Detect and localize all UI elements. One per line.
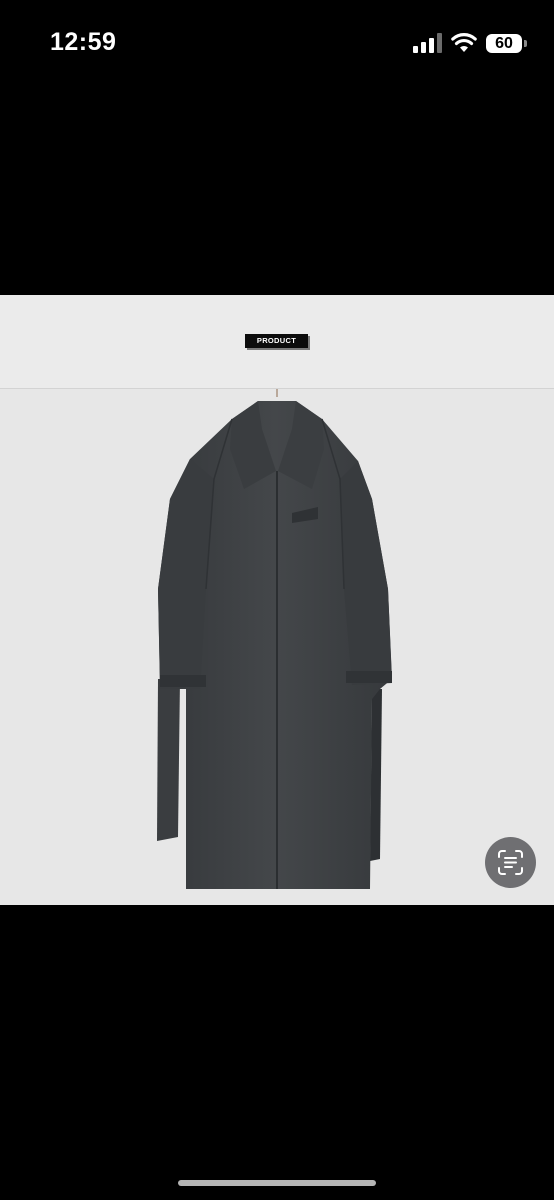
battery-indicator: 60	[486, 34, 522, 53]
product-banner: PRODUCT	[0, 295, 554, 389]
visual-lookup-icon	[498, 850, 523, 875]
product-image-area: PRODUCT	[0, 295, 554, 905]
cellular-signal-icon	[413, 33, 442, 53]
battery-cap	[524, 40, 527, 47]
status-time: 12:59	[50, 28, 117, 56]
product-label: PRODUCT	[245, 334, 308, 348]
status-bar: 12:59 60	[0, 0, 554, 90]
visual-lookup-button[interactable]	[485, 837, 536, 888]
home-indicator[interactable]	[178, 1180, 376, 1186]
coat-photo[interactable]	[0, 389, 554, 905]
coat-illustration	[157, 389, 392, 889]
wifi-icon	[451, 33, 477, 52]
